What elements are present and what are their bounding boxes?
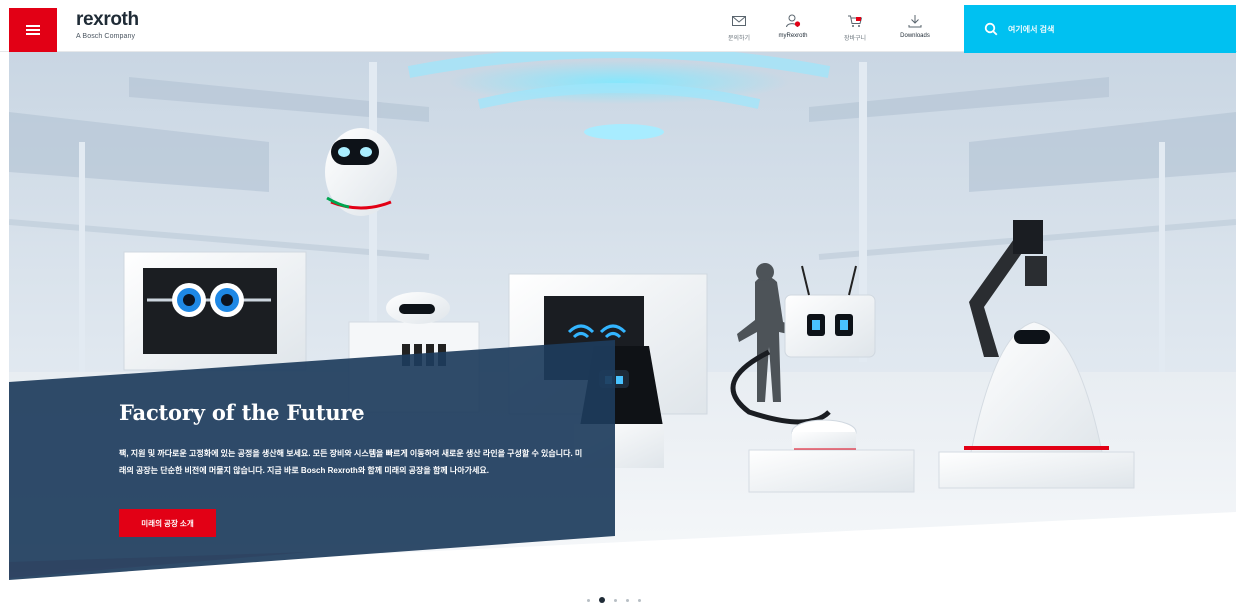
logo-subline: A Bosch Company xyxy=(76,33,136,40)
hero-title: Factory of the Future xyxy=(119,400,365,425)
logo-wordmark: rexroth xyxy=(76,9,139,30)
carousel-dot[interactable] xyxy=(638,598,641,602)
nav-downloads[interactable]: Downloads xyxy=(889,14,941,48)
carousel-dots xyxy=(587,597,641,603)
hero-text: Factory of the Future 팩, 지원 및 까다로운 고정화에 … xyxy=(119,400,609,479)
nav-contact-label: 문의하기 xyxy=(727,36,751,42)
carousel-dot-active[interactable] xyxy=(599,597,605,603)
nav-downloads-label: Downloads xyxy=(900,33,930,39)
page: rexroth A Bosch Company 문의하기 myRexroth 장… xyxy=(0,0,1237,605)
carousel-dot[interactable] xyxy=(626,598,629,602)
nav-myrexroth[interactable]: myRexroth xyxy=(767,14,819,48)
cart-icon xyxy=(848,15,863,27)
hero-description: 팩, 지원 및 까다로운 고정화에 있는 공정을 생산해 보세요. 모든 장비와… xyxy=(119,449,583,475)
menu-button[interactable] xyxy=(9,8,57,52)
nav-contact[interactable]: 문의하기 xyxy=(713,14,765,48)
factory-scene-image xyxy=(9,52,1236,580)
nav-myrexroth-label: myRexroth xyxy=(778,33,808,39)
nav-cart[interactable]: 장바구니 xyxy=(829,14,881,48)
search-icon xyxy=(984,22,998,36)
site-header: rexroth A Bosch Company 문의하기 myRexroth 장… xyxy=(0,0,1237,53)
user-icon xyxy=(786,14,801,28)
hero-cta-button[interactable]: 미래의 공장 소개 xyxy=(119,509,216,537)
hamburger-icon xyxy=(26,25,40,35)
nav-cart-label: 장바구니 xyxy=(843,36,867,42)
carousel-dot[interactable] xyxy=(614,598,617,602)
search-placeholder: 여기에서 검색 xyxy=(1008,24,1055,34)
mail-icon xyxy=(732,16,746,26)
rexroth-logo[interactable]: rexroth A Bosch Company xyxy=(76,9,139,41)
search-input[interactable]: 여기에서 검색 xyxy=(964,5,1236,53)
download-icon xyxy=(908,15,922,28)
hero-banner xyxy=(9,52,1236,580)
carousel-dot[interactable] xyxy=(587,598,590,602)
